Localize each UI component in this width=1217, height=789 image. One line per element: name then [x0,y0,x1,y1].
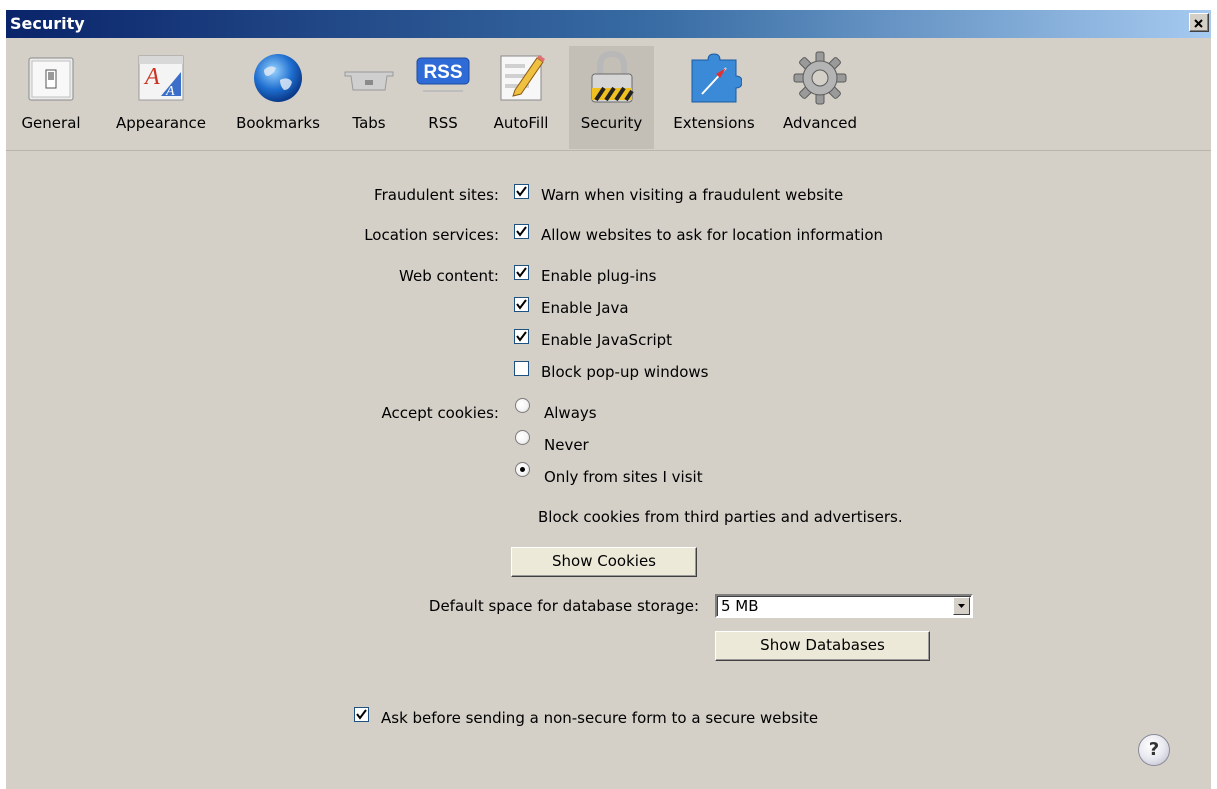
help-button[interactable]: ? [1138,734,1170,766]
accept-cookies-label: Accept cookies: [381,404,499,422]
checkmark-icon [516,331,527,342]
fraudulent-sites-label: Fraudulent sites: [374,186,499,204]
ask-nonsecure-form-checkbox[interactable] [354,707,369,722]
preferences-toolbar: General A A Appearance Bookmarks Tabs RS… [6,38,1211,151]
tabs-icon [344,71,394,91]
enable-java-checkbox[interactable] [514,297,529,312]
tab-tabs[interactable]: Tabs [341,46,397,149]
svg-text:RSS: RSS [423,62,462,83]
puzzle-compass-icon [691,53,742,103]
location-services-label: Location services: [364,226,499,244]
enable-javascript-label: Enable JavaScript [541,331,673,349]
switch-icon [28,57,74,101]
allow-location-checkbox[interactable] [514,224,529,239]
ask-nonsecure-form-label: Ask before sending a non-secure form to … [381,709,819,727]
tab-security-label: Security [580,114,643,132]
enable-javascript-checkbox[interactable] [514,329,529,344]
checkmark-icon [356,709,367,720]
database-storage-label: Default space for database storage: [428,597,699,615]
show-databases-button[interactable]: Show Databases [715,631,930,661]
warn-fraudulent-checkbox[interactable] [514,184,529,199]
tab-extensions[interactable]: Extensions [666,46,762,149]
close-icon [1194,19,1203,28]
cookies-never-label: Never [544,436,589,454]
database-storage-value: 5 MB [721,597,759,615]
tab-extensions-label: Extensions [673,114,755,132]
gear-icon [793,51,847,105]
database-storage-select[interactable]: 5 MB [715,594,973,618]
block-popups-checkbox[interactable] [514,361,529,376]
rss-icon: RSS [416,57,470,92]
tab-rss[interactable]: RSS RSS [412,46,474,149]
cookies-only-visited-label: Only from sites I visit [544,468,703,486]
tab-rss-label: RSS [428,114,458,132]
web-content-label: Web content: [399,267,499,285]
enable-plugins-label: Enable plug-ins [541,267,657,285]
tab-autofill-label: AutoFill [493,114,549,132]
svg-text:A: A [143,64,160,90]
font-icon: A A [138,55,184,101]
warn-fraudulent-label: Warn when visiting a fraudulent website [541,186,844,204]
security-settings-panel: Fraudulent sites: Warn when visiting a f… [6,151,1211,789]
tab-general-label: General [21,114,81,132]
cookies-always-radio[interactable] [515,398,530,413]
security-preferences-window: Security General A A Appearance Bookmark… [6,10,1211,789]
chevron-down-icon [958,604,965,608]
close-button[interactable] [1189,13,1209,32]
tab-autofill[interactable]: AutoFill [488,46,554,149]
window-title: Security [10,14,85,33]
tab-bookmarks[interactable]: Bookmarks [229,46,327,149]
pencil-form-icon [500,55,545,101]
tab-appearance-label: Appearance [115,114,207,132]
tab-advanced-label: Advanced [782,114,858,132]
cookies-note: Block cookies from third parties and adv… [538,508,903,526]
cookies-only-visited-radio[interactable] [515,462,530,477]
checkmark-icon [516,267,527,278]
show-cookies-button[interactable]: Show Cookies [511,547,697,577]
padlock-icon [591,50,634,103]
checkmark-icon [516,186,527,197]
allow-location-label: Allow websites to ask for location infor… [541,226,884,244]
cookies-always-label: Always [544,404,597,422]
checkmark-icon [516,226,527,237]
tab-appearance[interactable]: A A Appearance [106,46,216,149]
tab-tabs-label: Tabs [352,114,386,132]
tab-bookmarks-label: Bookmarks [236,114,320,132]
globe-icon [254,54,302,102]
enable-plugins-checkbox[interactable] [514,265,529,280]
cookies-never-radio[interactable] [515,430,530,445]
svg-text:A: A [165,84,175,99]
checkmark-icon [516,299,527,310]
title-bar: Security [6,10,1211,38]
block-popups-label: Block pop-up windows [541,363,709,381]
radio-selected-dot [520,467,525,472]
tab-security[interactable]: Security [569,46,654,149]
tab-general[interactable]: General [12,46,90,149]
enable-java-label: Enable Java [541,299,629,317]
tab-advanced[interactable]: Advanced [776,46,864,149]
dropdown-button[interactable] [953,597,970,615]
